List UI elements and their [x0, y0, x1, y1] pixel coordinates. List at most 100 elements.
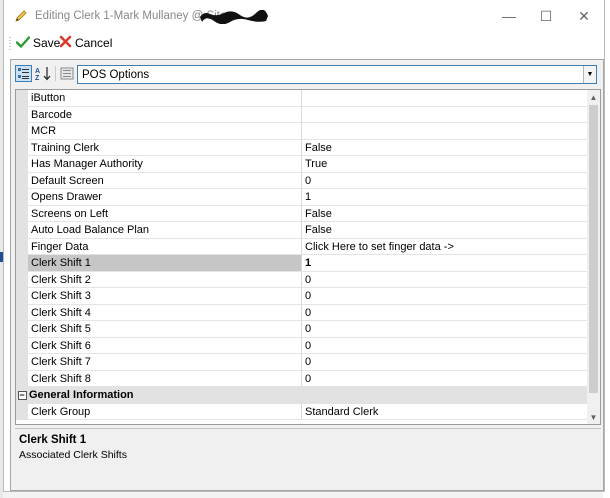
checkmark-icon: [15, 35, 31, 52]
property-name[interactable]: Opens Drawer: [28, 189, 302, 206]
sort-alphabetical-icon[interactable]: A Z: [35, 65, 52, 82]
property-value[interactable]: 0: [302, 173, 587, 189]
property-name[interactable]: Auto Load Balance Plan: [28, 222, 302, 239]
property-value[interactable]: True: [302, 156, 587, 173]
property-name[interactable]: Clerk Shift 8: [28, 370, 302, 387]
category-header-general-information[interactable]: − General Information: [16, 387, 587, 404]
property-row[interactable]: Clerk Shift 80: [16, 370, 587, 387]
property-value[interactable]: False: [302, 206, 587, 222]
row-margin: [16, 222, 28, 239]
property-row[interactable]: Clerk Shift 11: [16, 255, 587, 272]
property-value[interactable]: 0: [302, 338, 587, 354]
property-row[interactable]: Auto Load Balance Plan False: [16, 222, 587, 239]
property-name[interactable]: Clerk Shift 6: [28, 337, 302, 354]
property-row[interactable]: Clerk Shift 60: [16, 337, 587, 354]
scroll-down-icon[interactable]: ▼: [587, 410, 600, 424]
property-name[interactable]: Clerk Group: [28, 403, 302, 420]
collapse-icon[interactable]: −: [16, 387, 28, 404]
property-row[interactable]: Training Clerk False: [16, 139, 587, 156]
chevron-down-icon[interactable]: ▼: [583, 66, 596, 83]
property-name[interactable]: iButton: [28, 90, 302, 107]
property-value[interactable]: False: [302, 140, 587, 156]
save-button[interactable]: Save: [15, 34, 61, 52]
row-margin: [16, 288, 28, 305]
property-row[interactable]: iButton: [16, 90, 587, 107]
property-value[interactable]: [302, 107, 587, 123]
row-margin: [16, 304, 28, 321]
property-name[interactable]: Default Screen: [28, 172, 302, 189]
property-pages-icon[interactable]: [58, 65, 75, 82]
property-value[interactable]: 1: [302, 255, 587, 272]
property-grid-toolbar: A Z POS Options ▼: [11, 60, 603, 87]
categorized-view-icon[interactable]: [15, 65, 32, 82]
property-value[interactable]: Standard Clerk: [302, 404, 587, 420]
title-bar[interactable]: Editing Clerk 1-Mark Mullaney @ Site — ☐…: [4, 0, 604, 32]
property-row[interactable]: Clerk Group Standard Clerk: [16, 403, 587, 420]
property-row[interactable]: Clerk Shift 40: [16, 304, 587, 321]
property-name[interactable]: MCR: [28, 123, 302, 140]
property-value[interactable]: 0: [302, 305, 587, 321]
property-name[interactable]: Screens on Left: [28, 205, 302, 222]
property-row[interactable]: Has Manager Authority True: [16, 156, 587, 173]
property-value[interactable]: 0: [302, 371, 587, 387]
property-name[interactable]: Clerk Shift 3: [28, 288, 302, 305]
row-margin: [16, 337, 28, 354]
property-value[interactable]: [302, 123, 587, 140]
property-rows: iButton Barcode MCR Training Clerk False Has …: [16, 90, 587, 420]
close-button[interactable]: ✕: [569, 5, 599, 27]
property-row[interactable]: Clerk Shift 70: [16, 354, 587, 371]
row-margin: [16, 156, 28, 173]
property-row[interactable]: Finger Data Click Here to set finger data…: [16, 238, 587, 255]
property-row[interactable]: Default Screen 0: [16, 172, 587, 189]
red-x-icon: [59, 35, 72, 51]
scroll-thumb[interactable]: [589, 105, 598, 393]
property-name[interactable]: Finger Data: [28, 238, 302, 255]
row-margin: [16, 106, 28, 123]
property-value[interactable]: 1: [302, 189, 587, 206]
category-dropdown-value: POS Options: [82, 68, 150, 81]
category-label: General Information: [29, 389, 134, 401]
row-margin: [16, 321, 28, 338]
cancel-button[interactable]: Cancel: [59, 34, 112, 52]
property-value[interactable]: False: [302, 222, 587, 239]
property-name[interactable]: Clerk Shift 5: [28, 321, 302, 338]
property-name[interactable]: Clerk Shift 7: [28, 354, 302, 371]
maximize-button[interactable]: ☐: [531, 5, 561, 27]
redacted-site-name: [200, 9, 268, 25]
property-name[interactable]: Has Manager Authority: [28, 156, 302, 173]
property-row[interactable]: MCR: [16, 123, 587, 140]
property-row[interactable]: Screens on Left False: [16, 205, 587, 222]
vertical-scrollbar[interactable]: ▲ ▼: [587, 90, 600, 424]
property-row[interactable]: Clerk Shift 30: [16, 288, 587, 305]
property-value[interactable]: [302, 90, 587, 107]
property-value[interactable]: 0: [302, 354, 587, 371]
row-margin: [16, 354, 28, 371]
row-margin: [16, 90, 28, 107]
save-label: Save: [33, 36, 61, 50]
property-name[interactable]: Training Clerk: [28, 139, 302, 156]
property-row[interactable]: Opens Drawer 1: [16, 189, 587, 206]
svg-text:Z: Z: [35, 75, 40, 81]
property-grid: A Z POS Options ▼ iButton Barcode MCR Tr…: [10, 59, 604, 491]
property-name[interactable]: Clerk Shift 2: [28, 271, 302, 288]
property-value[interactable]: 0: [302, 321, 587, 338]
minimize-button[interactable]: —: [494, 5, 524, 27]
cancel-label: Cancel: [75, 36, 113, 50]
property-name[interactable]: Clerk Shift 1: [28, 255, 302, 272]
scroll-up-icon[interactable]: ▲: [587, 90, 600, 104]
collapse-box[interactable]: −: [17, 390, 27, 400]
property-name[interactable]: Barcode: [28, 106, 302, 123]
category-dropdown[interactable]: POS Options ▼: [77, 65, 597, 84]
description-pane: Clerk Shift 1 Associated Clerk Shifts: [15, 428, 601, 488]
property-row[interactable]: Barcode: [16, 106, 587, 123]
property-value[interactable]: 0: [302, 272, 587, 288]
property-row[interactable]: Clerk Shift 50: [16, 321, 587, 338]
property-row[interactable]: Clerk Shift 20: [16, 271, 587, 288]
toolbar-grip[interactable]: [9, 36, 11, 50]
row-margin: [16, 238, 28, 255]
property-value[interactable]: Click Here to set finger data ->: [302, 239, 587, 255]
window-title: Editing Clerk 1-Mark Mullaney @ Site: [35, 10, 227, 22]
property-value[interactable]: 0: [302, 288, 587, 305]
property-name[interactable]: Clerk Shift 4: [28, 304, 302, 321]
toolbar-separator: [55, 66, 56, 81]
